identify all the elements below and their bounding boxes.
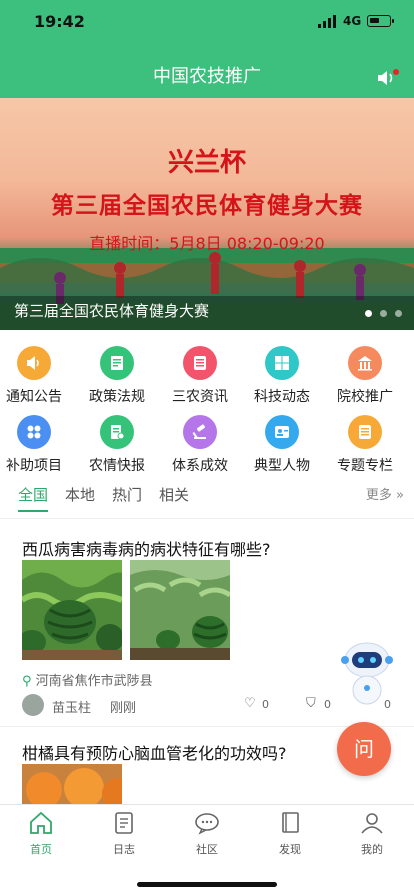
more-link[interactable]: 更多 » (366, 484, 404, 503)
watermelon-photo (22, 560, 122, 660)
category-school[interactable]: 院校推广 (324, 346, 406, 406)
tab-hot[interactable]: 热门 (112, 484, 142, 505)
article-image[interactable] (22, 764, 122, 804)
carousel-indicator (365, 310, 402, 317)
nav-discover[interactable]: 发现 (260, 811, 320, 857)
nav-log[interactable]: 日志 (94, 811, 154, 857)
double-chevron-right-icon: » (396, 488, 404, 503)
log-icon (115, 812, 133, 834)
category-farm-report[interactable]: 农情快报 (76, 415, 158, 475)
app-header: 中国农技推广 (0, 46, 414, 98)
document-icon (100, 346, 134, 380)
user-icon (361, 813, 383, 834)
nav-home[interactable]: 首页 (11, 811, 71, 857)
tab-related[interactable]: 相关 (159, 484, 189, 505)
carousel-dot[interactable] (395, 310, 402, 317)
nav-label: 日志 (113, 843, 135, 856)
category-results[interactable]: 体系成效 (159, 415, 241, 475)
gavel-icon (183, 415, 217, 449)
category-label: 体系成效 (172, 458, 228, 474)
watermelon-field-photo (130, 560, 230, 660)
category-label: 院校推广 (337, 389, 393, 405)
avatar[interactable] (22, 694, 44, 716)
nav-label: 社区 (196, 843, 218, 856)
active-tab-indicator (18, 510, 48, 512)
home-icon (30, 811, 52, 834)
category-notice[interactable]: 通知公告 (0, 346, 75, 406)
feed-tabs: 全国 本地 热门 相关 更多 » (0, 482, 414, 514)
category-label: 专题专栏 (337, 458, 393, 474)
robot-assistant-icon[interactable] (340, 640, 394, 712)
category-agri-news[interactable]: 三农资讯 (159, 346, 241, 406)
category-label: 农情快报 (89, 458, 145, 474)
nav-label: 首页 (30, 843, 52, 856)
category-label: 科技动态 (254, 389, 310, 405)
divider (0, 518, 414, 519)
category-topics[interactable]: 专题专栏 (324, 415, 406, 475)
grid-icon (17, 415, 51, 449)
person-card-icon (265, 415, 299, 449)
tab-national[interactable]: 全国 (18, 484, 48, 505)
article-image[interactable] (22, 560, 122, 660)
status-time: 19:42 (34, 12, 85, 31)
banner-cup-name: 兴兰杯 (167, 148, 246, 178)
report-icon (100, 415, 134, 449)
category-label: 通知公告 (6, 389, 62, 405)
tab-local[interactable]: 本地 (65, 484, 95, 505)
category-label: 政策法规 (89, 389, 145, 405)
banner-broadcast-time: 直播时间：5月8日 08:20-09:20 (89, 234, 325, 253)
article-location: ⚲ 河南省焦作市武陟县 (22, 670, 153, 689)
like-icon[interactable]: ♡ (244, 696, 256, 711)
category-subsidy[interactable]: 补助项目 (0, 415, 75, 475)
like-count: 0 (262, 698, 269, 711)
hero-banner[interactable]: 兴兰杯 第三届全国农民体育健身大赛 直播时间：5月8日 08:20-09:20 … (0, 98, 414, 330)
nav-label: 我的 (361, 843, 383, 856)
news-icon (183, 346, 217, 380)
article-title[interactable]: 西瓜病害病毒病的病状特征有哪些? (22, 536, 271, 560)
category-label: 补助项目 (6, 458, 62, 474)
network-type: 4G (343, 14, 362, 28)
more-label: 更多 (365, 488, 392, 503)
article-image[interactable] (130, 560, 230, 660)
location-pin-icon: ⚲ (22, 674, 32, 689)
favorite-count: 0 (324, 698, 331, 711)
battery-icon (367, 15, 394, 27)
windows-icon (265, 346, 299, 380)
voice-broadcast-icon[interactable] (376, 68, 400, 88)
nav-mine[interactable]: 我的 (342, 811, 402, 857)
signal-icon (318, 15, 336, 28)
favorite-icon[interactable]: ⛉ (306, 696, 316, 711)
category-tech[interactable]: 科技动态 (241, 346, 323, 406)
post-time: 刚刚 (110, 701, 137, 716)
banner-headline: 第三届全国农民体育健身大赛 (51, 192, 363, 219)
school-icon (348, 346, 382, 380)
location-text: 河南省焦作市武陟县 (35, 674, 153, 689)
nav-label: 发现 (279, 843, 301, 856)
category-figures[interactable]: 典型人物 (241, 415, 323, 475)
bottom-nav: 首页 日志 社区 发现 我的 (0, 804, 414, 863)
nav-community[interactable]: 社区 (177, 811, 237, 857)
author-name[interactable]: 苗玉柱 (52, 697, 91, 716)
ask-question-button[interactable]: 问 (337, 722, 391, 776)
banner-caption: 第三届全国农民体育健身大赛 (14, 302, 210, 320)
category-policy[interactable]: 政策法规 (76, 346, 158, 406)
home-indicator (137, 882, 277, 887)
chat-bubble-icon (195, 813, 219, 835)
category-label: 三农资讯 (172, 389, 228, 405)
carousel-dot[interactable] (365, 310, 372, 317)
speaker-icon (17, 346, 51, 380)
status-bar: 19:42 4G (0, 0, 414, 46)
page-title: 中国农技推广 (153, 66, 261, 87)
book-icon (282, 812, 299, 833)
carousel-dot[interactable] (380, 310, 387, 317)
topic-icon (348, 415, 382, 449)
orange-photo (22, 764, 122, 804)
category-label: 典型人物 (254, 458, 310, 474)
article-title[interactable]: 柑橘具有预防心脑血管老化的功效吗? (22, 740, 287, 764)
